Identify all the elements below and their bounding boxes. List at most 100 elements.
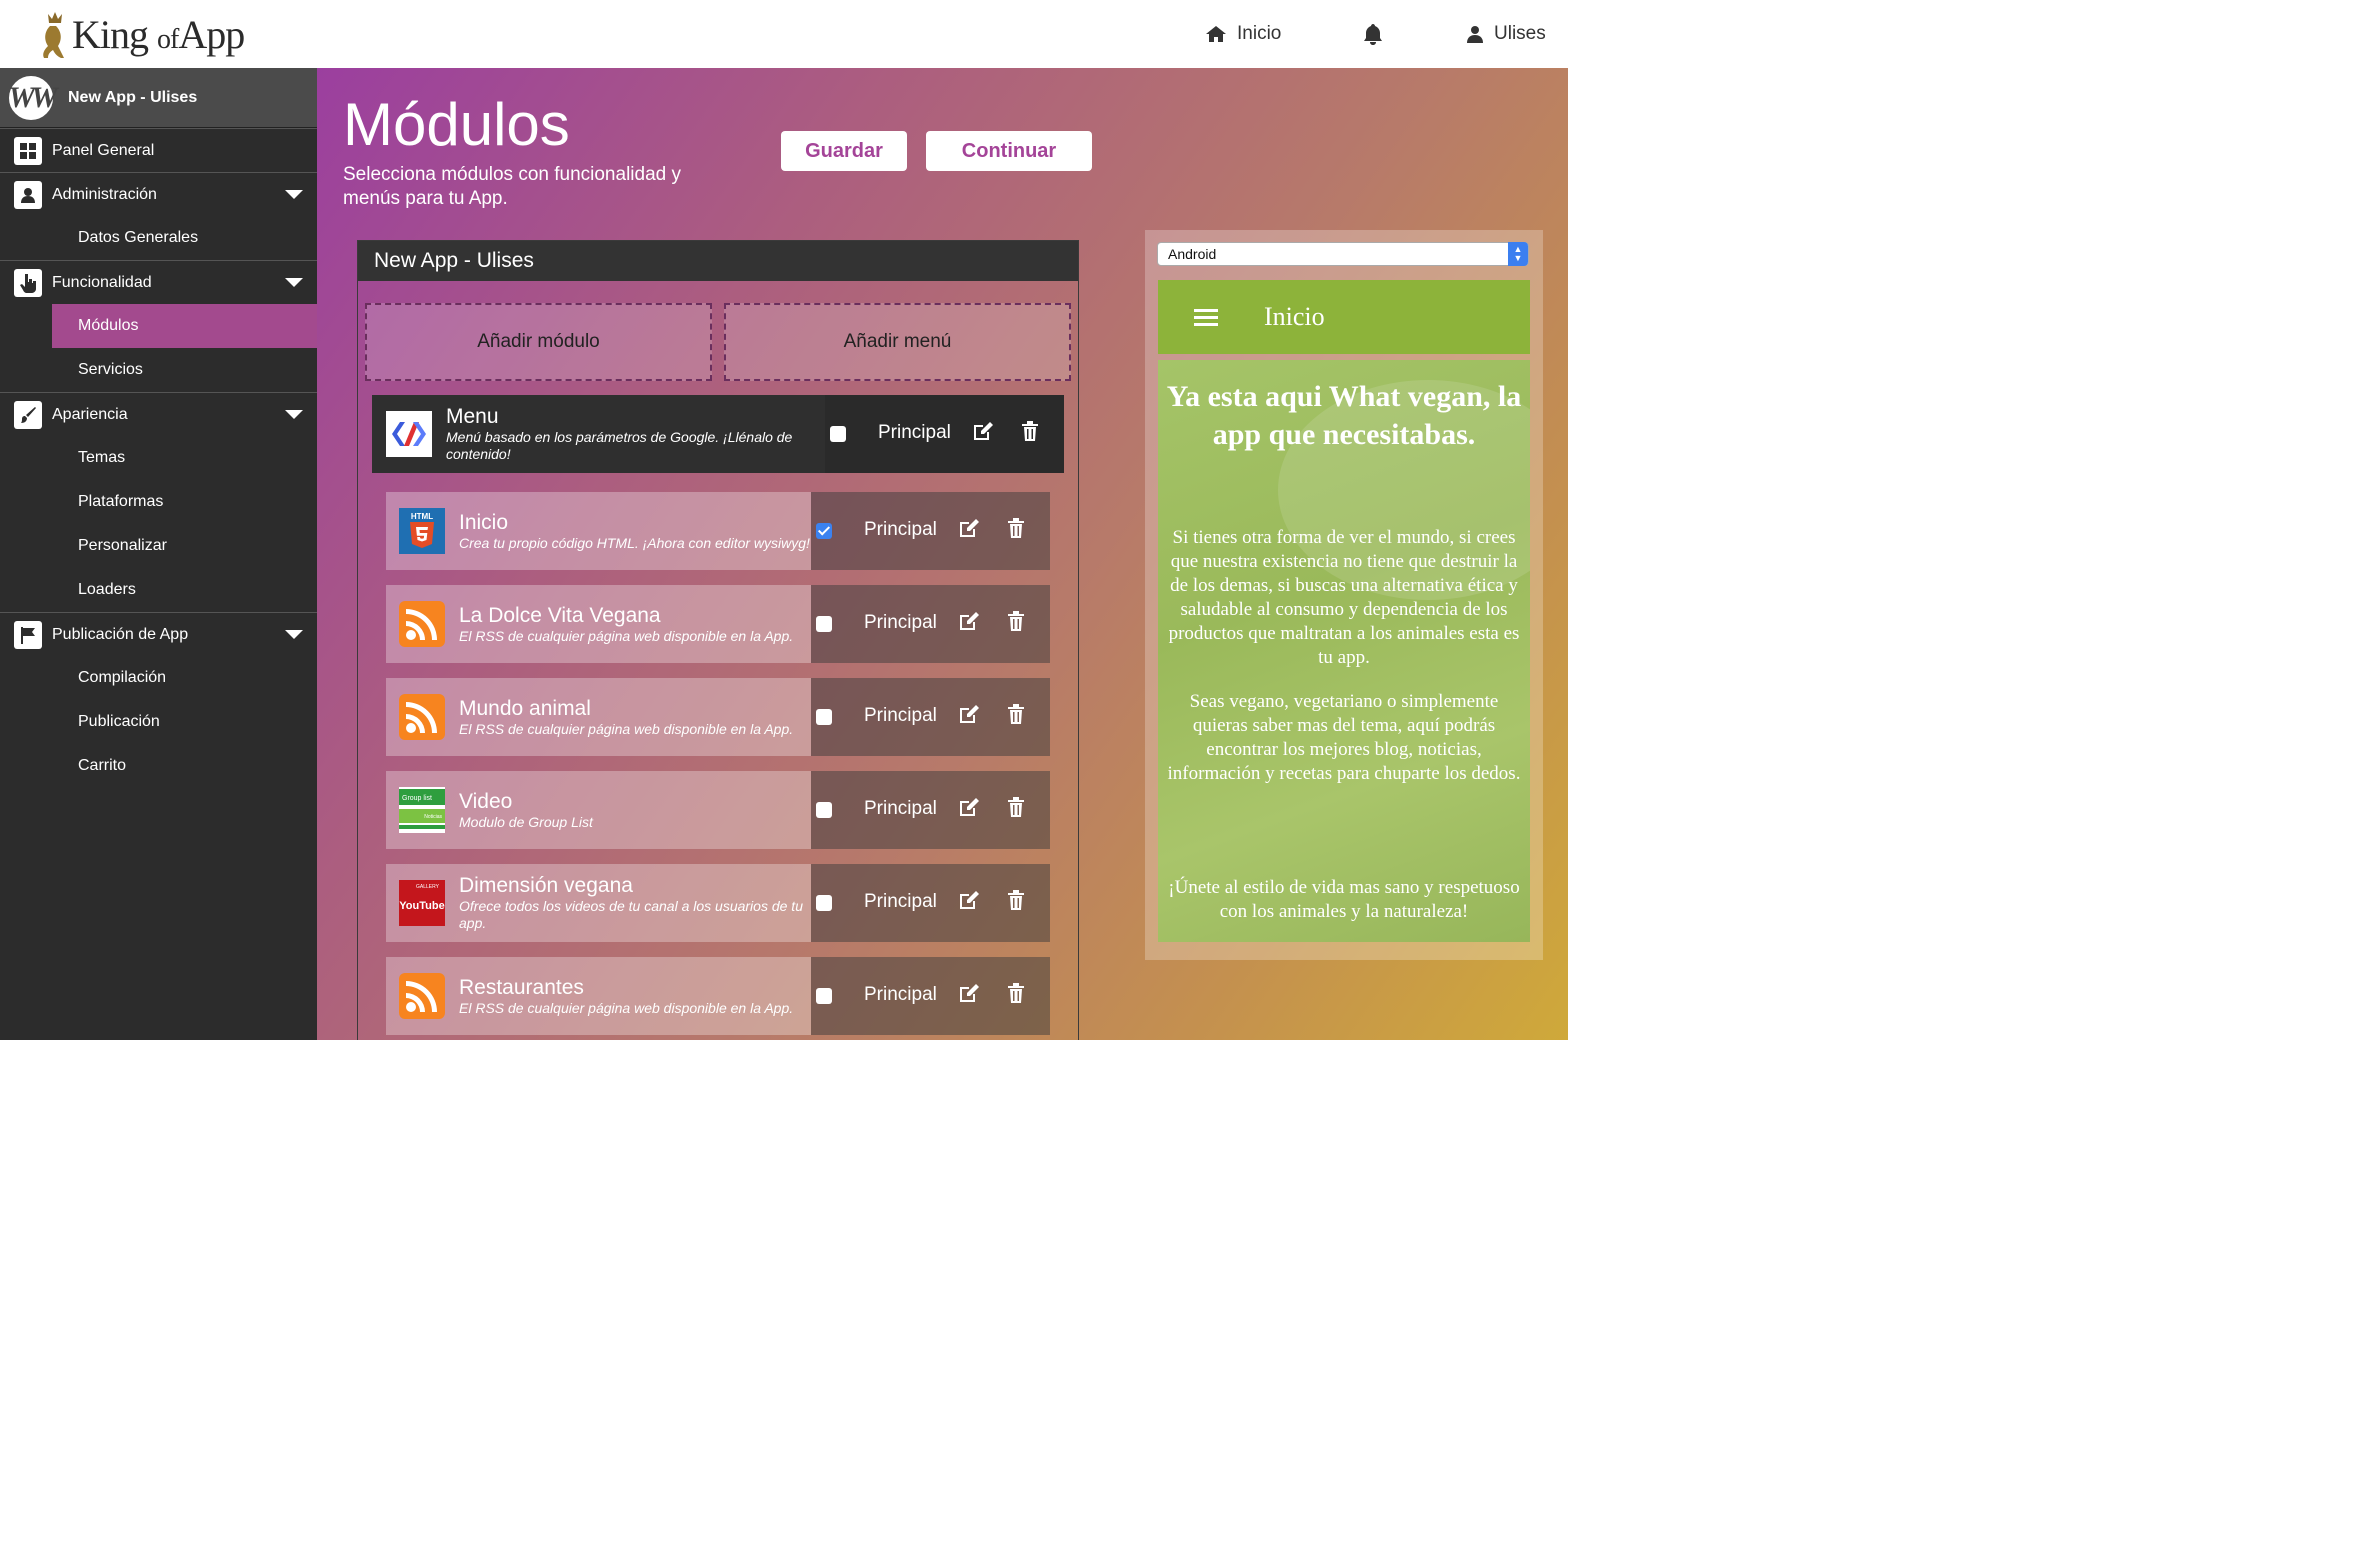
hamburger-menu-icon[interactable] (1194, 305, 1218, 330)
module-row[interactable]: GALLERY YouTube Dimensión vegana Ofrece t… (386, 864, 1050, 942)
module-checkbox[interactable] (816, 895, 832, 911)
module-title: Mundo animal (459, 696, 591, 720)
dashboard-icon (14, 136, 42, 165)
trash-icon[interactable] (1007, 797, 1025, 817)
html5-icon-text: HTML (411, 512, 433, 521)
user-icon (1467, 26, 1483, 43)
phone-heading: Ya esta aqui What vegan, la app que nece… (1166, 380, 1522, 451)
module-row[interactable]: La Dolce Vita Vegana El RSS de cualquier… (386, 585, 1050, 663)
continue-button[interactable]: Continuar (926, 131, 1092, 171)
sidebar-item-compilacion[interactable]: Compilación (0, 656, 317, 700)
nav-user[interactable]: Ulises (1466, 0, 1546, 68)
add-module-button[interactable]: Añadir módulo (365, 303, 712, 381)
group-icon-bottom-text: Noticias (424, 814, 442, 820)
rss-icon (399, 601, 445, 647)
page-subtitle: Selecciona módulos con funcionalidad y m… (343, 164, 681, 209)
phone-paragraph: ¡Únete al estilo de vida mas sano y resp… (1168, 877, 1520, 922)
module-row[interactable]: HTML Inicio Crea tu propio código HTML. … (386, 492, 1050, 570)
sidebar-item-plataformas[interactable]: Plataformas (0, 480, 317, 524)
crown-lion-icon (43, 12, 64, 58)
chevron-down-icon (285, 410, 303, 419)
sidebar-item-label: Funcionalidad (52, 273, 152, 291)
menu-row[interactable]: Menu Menú basado en los parámetros de Go… (372, 395, 1064, 473)
panel-title: New App - Ulises (358, 241, 1078, 281)
edit-icon[interactable] (958, 611, 980, 631)
platform-select[interactable]: Android ▲ ▼ (1157, 242, 1529, 266)
module-checkbox[interactable] (816, 523, 832, 539)
edit-icon[interactable] (958, 797, 980, 817)
phone-paragraph: Seas vegano, vegetariano o simplemente q… (1167, 691, 1521, 784)
trash-icon[interactable] (1007, 704, 1025, 724)
edit-icon[interactable] (972, 421, 994, 441)
app-logo: WW (8, 75, 58, 120)
module-description: Crea tu propio código HTML. ¡Ahora con e… (459, 534, 810, 551)
sidebar-item-carrito[interactable]: Carrito (0, 744, 317, 788)
sidebar-item-publicacion[interactable]: Publicación (0, 700, 317, 744)
module-title: Inicio (459, 510, 509, 534)
sidebar-item-personalizar[interactable]: Personalizar (0, 524, 317, 568)
sidebar-item-panel-general[interactable]: Panel General (0, 128, 317, 172)
add-menu-button[interactable]: Añadir menú (724, 303, 1071, 381)
principal-label: Principal (864, 798, 937, 819)
sidebar-item-label: Administración (52, 185, 157, 203)
trash-icon[interactable] (1007, 611, 1025, 631)
sidebar-item-label: Publicación de App (52, 625, 189, 643)
modules-panel: New App - Ulises Añadir módulo Añadir me… (357, 240, 1079, 1040)
edit-icon[interactable] (958, 890, 980, 910)
module-checkbox[interactable] (816, 988, 832, 1004)
notifications-button[interactable] (1362, 0, 1384, 68)
menu-title: Menu (446, 405, 499, 428)
chevron-down-icon (285, 278, 303, 287)
app-name: New App - Ulises (68, 88, 198, 106)
module-row[interactable]: Group list Noticias Video Modulo de Group… (386, 771, 1050, 849)
rss-icon (399, 973, 445, 1019)
trash-icon[interactable] (1007, 518, 1025, 538)
edit-icon[interactable] (958, 518, 980, 538)
polymer-menu-icon (386, 411, 432, 457)
edit-icon[interactable] (958, 704, 980, 724)
module-checkbox[interactable] (816, 802, 832, 818)
trash-icon[interactable] (1021, 421, 1039, 441)
king-of-app-logo[interactable]: King ofApp (40, 4, 245, 64)
sidebar-item-temas[interactable]: Temas (0, 436, 317, 480)
sidebar-item-modulos[interactable]: Módulos (52, 304, 317, 348)
group-list-icon: Group list Noticias (399, 787, 445, 833)
module-checkbox[interactable] (816, 709, 832, 725)
edit-icon[interactable] (958, 983, 980, 1003)
module-description: Ofrece todos los videos de tu canal a lo… (459, 898, 803, 931)
module-row[interactable]: Restaurantes El RSS de cualquier página … (386, 957, 1050, 1035)
sidebar-app-header[interactable]: WW New App - Ulises (0, 68, 317, 128)
app-preview: Android ▲ ▼ Inicio Ya esta aqui What vega… (1145, 230, 1543, 960)
module-row[interactable]: Mundo animal El RSS de cualquier página … (386, 678, 1050, 756)
sidebar-item-apariencia[interactable]: Apariencia (0, 392, 317, 436)
html5-icon: HTML (399, 508, 445, 554)
module-description: El RSS de cualquier página web disponibl… (459, 627, 794, 644)
sidebar-item-label: Panel General (52, 141, 155, 159)
module-description: El RSS de cualquier página web disponibl… (459, 720, 794, 737)
phone-app-bar: Inicio (1158, 280, 1530, 354)
sidebar-item-datos-generales[interactable]: Datos Generales (0, 216, 317, 260)
sidebar-item-servicios[interactable]: Servicios (0, 348, 317, 392)
trash-icon[interactable] (1007, 983, 1025, 1003)
menu-checkbox[interactable] (830, 426, 846, 442)
bell-icon (1364, 24, 1382, 45)
rss-icon (399, 694, 445, 740)
hand-pointer-icon (14, 268, 42, 297)
flag-icon (14, 620, 42, 649)
chevron-down-icon (285, 630, 303, 639)
phone-screen-content: Ya esta aqui What vegan, la app que nece… (1158, 360, 1530, 942)
sidebar-item-loaders[interactable]: Loaders (0, 568, 317, 612)
sidebar: WW New App - Ulises Panel General Admini… (0, 68, 317, 1040)
nav-user-label: Ulises (1494, 23, 1546, 44)
phone-screen-title: Inicio (1264, 302, 1325, 331)
module-checkbox[interactable] (816, 616, 832, 632)
youtube-logo-text: YouTube (399, 900, 444, 912)
trash-icon[interactable] (1007, 890, 1025, 910)
nav-home[interactable]: Inicio (1205, 0, 1281, 68)
save-button[interactable]: Guardar (781, 131, 907, 171)
principal-label: Principal (864, 705, 937, 726)
sidebar-item-funcionalidad[interactable]: Funcionalidad (0, 260, 317, 304)
module-title: Restaurantes (459, 975, 584, 999)
sidebar-item-administracion[interactable]: Administración (0, 172, 317, 216)
sidebar-item-publicacion-app[interactable]: Publicación de App (0, 612, 317, 656)
